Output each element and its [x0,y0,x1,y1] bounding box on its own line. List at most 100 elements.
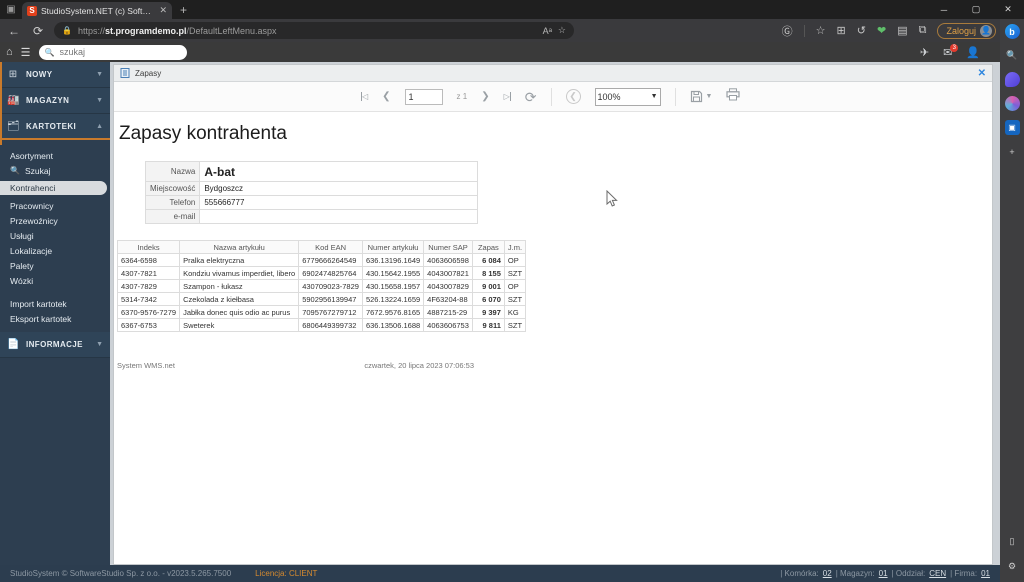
sidebar-search-icon[interactable]: 🔍 [1005,48,1020,63]
user-icon[interactable]: 👤 [966,46,980,59]
copilot-icon[interactable]: b [1004,24,1020,39]
status-magazyn-link[interactable]: 01 [879,569,888,578]
cell-numer-artykulu: 526.13224.1659 [361,292,425,306]
sidebar-item-eksport-kartotek[interactable]: Eksport kartotek [0,311,110,326]
extension-icon[interactable]: Ⓖ [782,23,793,39]
status-label: | Oddział: [891,569,926,578]
sidebar: ⊞ NOWY ▼ 🏭 MAGAZYN ▼ 🗂 KARTOTEKI ▲ Asort… [0,62,110,565]
chevron-down-icon: ▼ [705,93,713,100]
sidebar-accent [0,62,2,145]
sidebar-item-szukaj[interactable]: 🔍 Szukaj [0,163,110,178]
workspaces-icon[interactable]: ⧉ [919,24,927,37]
send-icon[interactable]: ✈ [920,46,929,59]
favorite-star-icon[interactable]: ☆ [558,25,566,36]
table-row: 6364-6598 Pralka elektryczna 67796662645… [116,253,527,267]
cell-numer-sap: 4F63204-88 [423,292,473,306]
column-header: Numer artykułu [361,240,425,254]
maximize-button[interactable]: ▢ [960,0,992,19]
print-button[interactable] [726,87,741,106]
panel-header[interactable]: Zapasy ✕ [114,65,992,82]
history-icon[interactable]: ↺ [857,24,866,37]
login-button[interactable]: Zaloguj 👤 [937,22,996,39]
sidebar-item-wozki[interactable]: Wózki [0,273,110,288]
zoom-select[interactable]: 100% ▼ [594,87,661,106]
designer-icon[interactable] [1004,72,1020,87]
report-footer-system: System WMS.net [117,361,175,370]
add-sidebar-icon[interactable]: + [1005,144,1020,159]
search-icon: 🔍 [44,47,55,57]
last-page-button[interactable]: ▷ [504,92,511,101]
sidebar-group-kartoteki[interactable]: 🗂 KARTOTEKI ▲ [0,114,110,140]
sidebar-item-pracownicy[interactable]: Pracownicy [0,198,110,213]
customize-sidebar-icon[interactable]: ▯ [1005,534,1020,549]
sidebar-group-magazyn[interactable]: 🏭 MAGAZYN ▼ [0,88,110,114]
m365-icon[interactable]: ▣ [1004,120,1020,135]
drillback-button[interactable]: ❮ [565,89,581,104]
cell-zapas: 9 811 [471,318,505,332]
table-body: 6364-6598 Pralka elektryczna 67796662645… [116,253,527,332]
browser-tab[interactable]: S StudioSystem.NET (c) SoftwareSt ✕ [22,2,172,19]
refresh-icon[interactable]: ⟳ [30,24,46,38]
panel-close-icon[interactable]: ✕ [978,68,986,79]
sidebar-item-palety[interactable]: Palety [0,258,110,273]
info-value: Bydgoszcz [199,181,479,196]
search-input[interactable] [59,47,160,57]
sidebar-item-import-kartotek[interactable]: Import kartotek [0,296,110,311]
main-area: ⊞ NOWY ▼ 🏭 MAGAZYN ▼ 🗂 KARTOTEKI ▲ Asort… [0,62,1000,565]
close-button[interactable]: ✕ [992,0,1024,19]
chevron-down-icon: ▼ [96,341,103,348]
printer-icon [726,87,741,100]
prev-page-button[interactable]: ❮ [382,91,390,102]
mail-icon[interactable]: ✉ 3 [943,43,959,59]
window-controls: ─ ▢ ✕ [928,0,1024,19]
read-aloud-icon[interactable]: Aᵃ [543,26,552,36]
sidebar-item-przewoznicy[interactable]: Przewoźnicy [0,213,110,228]
info-label: Telefon [144,195,201,210]
collections-icon[interactable]: ⊞ [837,24,846,37]
cell-indeks: 6367-6753 [116,318,181,332]
address-bar: ← ⟳ 🔒 https://st.programdemo.pl/DefaultL… [0,19,1024,42]
menu-list-icon[interactable]: ☰ [21,46,31,59]
version-text: StudioSystem © SoftwareStudio Sp. z o.o.… [10,569,232,578]
back-icon[interactable]: ← [6,24,22,38]
sidebar-group-informacje[interactable]: 📄 INFORMACJE ▼ [0,332,110,358]
games-icon[interactable] [1004,96,1020,111]
tab-actions-icon[interactable]: ▣ [0,4,22,15]
minimize-button[interactable]: ─ [928,0,960,19]
column-header: Numer SAP [423,240,473,254]
cell-nazwa: Pralka elektryczna [179,253,300,267]
sidebar-item-asortyment[interactable]: Asortyment [0,148,110,163]
app-search[interactable]: 🔍 [38,44,187,60]
group-label: INFORMACJE [26,340,83,349]
home-icon[interactable]: ⌂ [6,46,13,58]
cell-ean: 6902474825764 [298,266,363,280]
save-export-button[interactable]: ▼ [690,90,713,103]
status-komorka-link[interactable]: 02 [823,569,832,578]
cell-numer-artykulu: 636.13196.1649 [361,253,425,267]
column-header: Kod EAN [298,240,363,254]
tab-close-icon[interactable]: ✕ [159,5,167,16]
url-field[interactable]: 🔒 https://st.programdemo.pl/DefaultLeftM… [54,22,574,39]
status-firma-link[interactable]: 01 [981,569,990,578]
favorites-icon[interactable]: ☆ [816,24,826,37]
sidebar-item-uslugi[interactable]: Usługi [0,228,110,243]
cell-numer-sap: 4063606753 [423,318,473,332]
lock-icon: 🔒 [62,26,72,35]
sidebar-item-lokalizacje[interactable]: Lokalizacje [0,243,110,258]
cell-numer-artykulu: 430.15642.1955 [361,266,425,280]
page-number-input[interactable] [404,88,443,105]
status-label: | Komórka: [780,569,819,578]
status-oddzial-link[interactable]: CEN [929,569,946,578]
sidebar-item-kontrahenci[interactable]: Kontrahenci [0,181,107,195]
wallet-icon[interactable]: ▤ [897,24,907,37]
refresh-report-button[interactable]: ⟳ [525,90,537,104]
browser-essentials-icon[interactable]: ❤ [877,24,886,37]
cell-ean: 6806449399732 [298,318,363,332]
settings-gear-icon[interactable]: ⚙ [1005,559,1020,574]
sidebar-group-nowy[interactable]: ⊞ NOWY ▼ [0,62,110,88]
first-page-button[interactable]: ◁ [361,92,368,101]
group-label: NOWY [26,70,53,79]
save-icon [690,90,702,103]
next-page-button[interactable]: ❯ [481,91,489,102]
new-tab-button[interactable]: + [180,3,187,17]
